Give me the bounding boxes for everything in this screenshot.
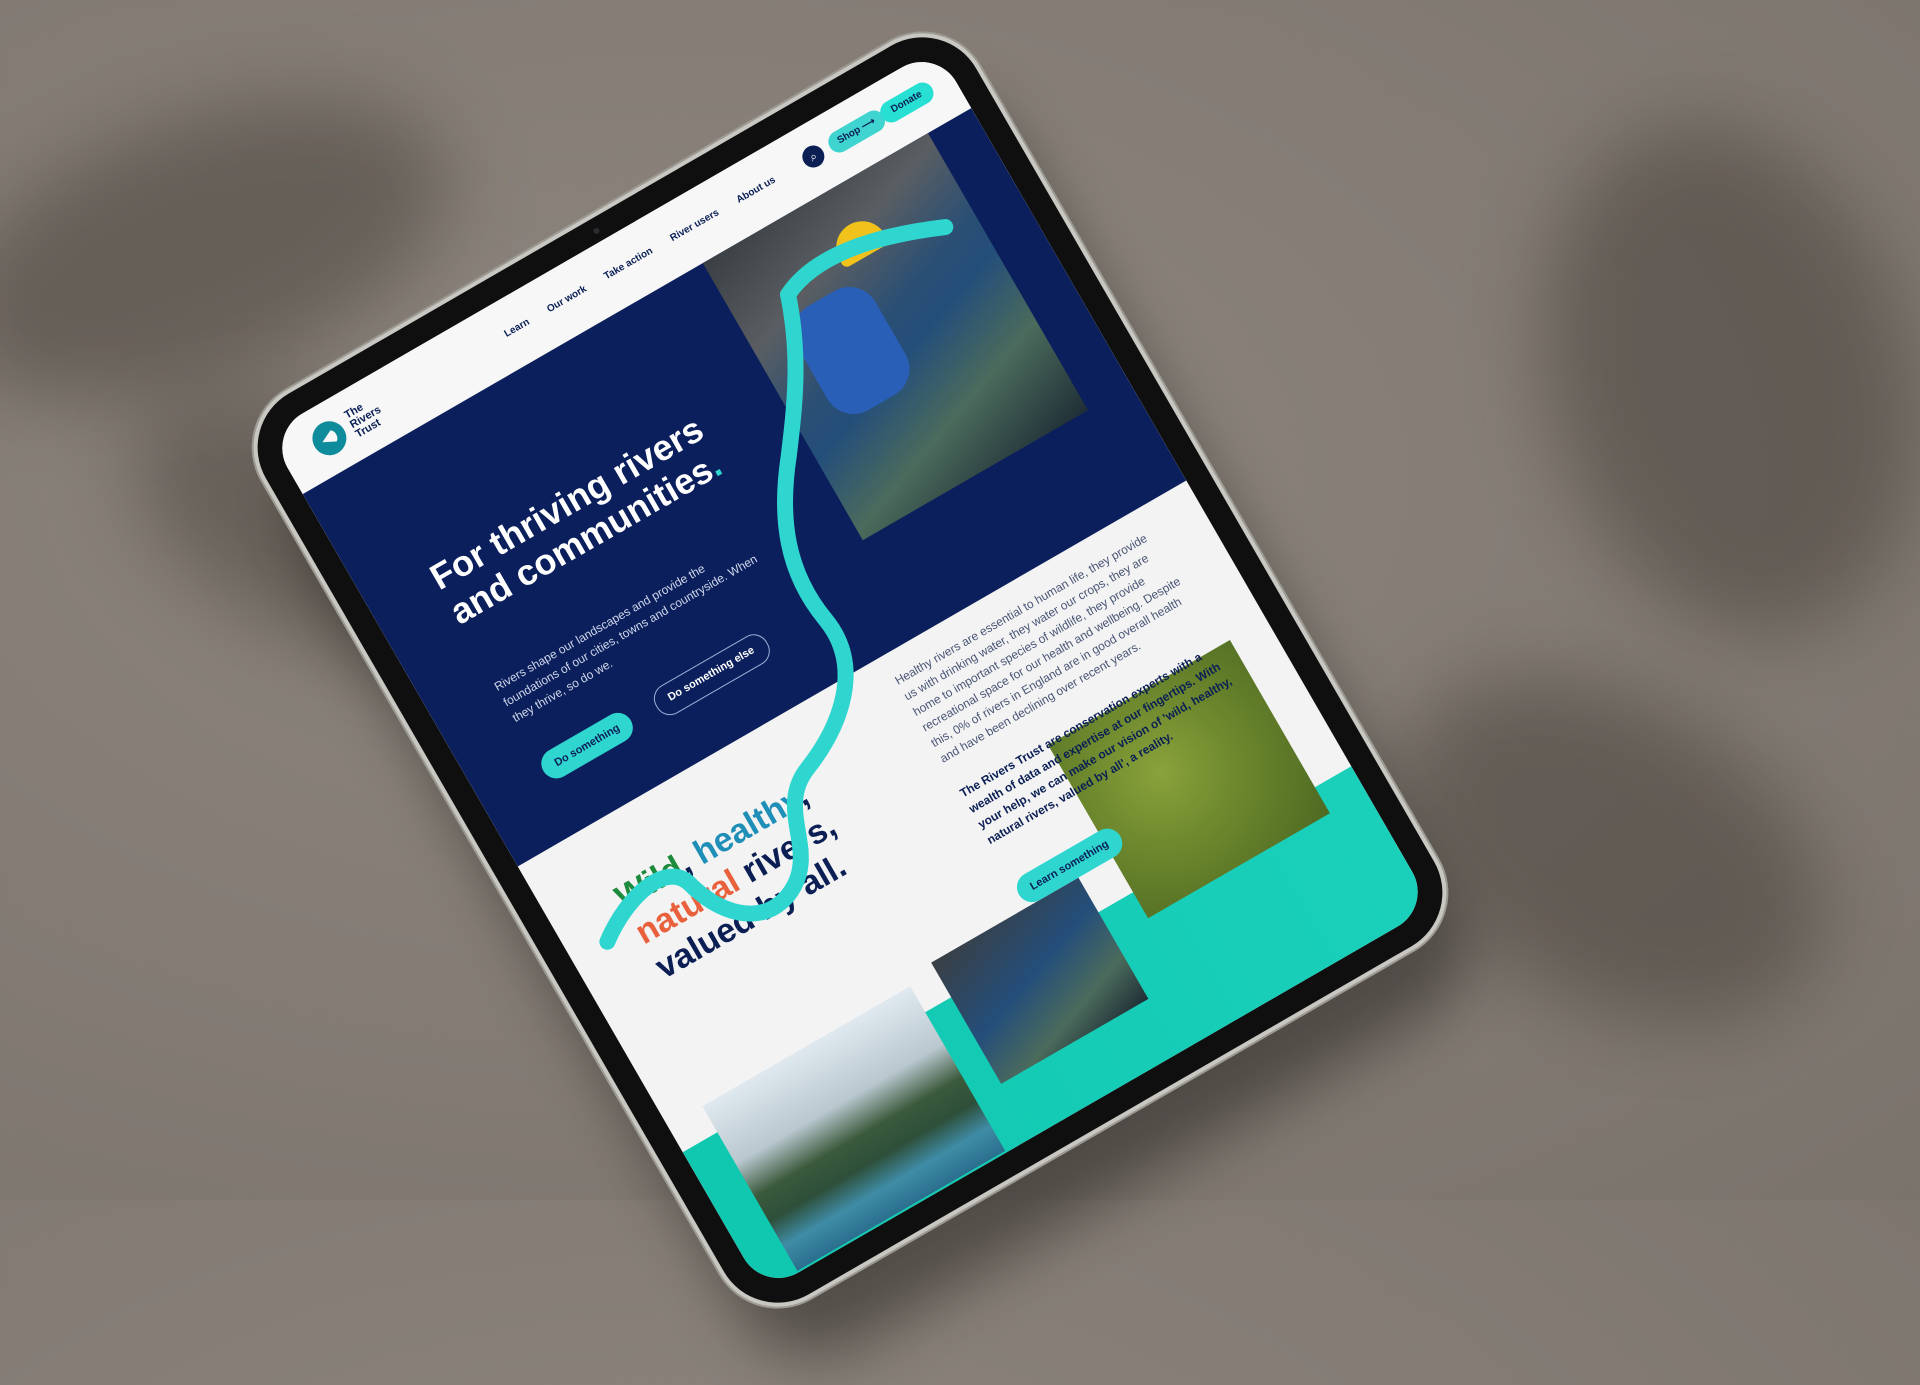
do-something-button[interactable]: Do something [535,707,639,784]
do-something-else-button[interactable]: Do something else [648,628,776,721]
search-button[interactable]: ⌕ [798,141,829,172]
nav-item-learn[interactable]: Learn [503,317,532,340]
camera-icon [592,226,601,236]
helmet-shape [826,211,890,269]
leaf-shadow [1488,82,1920,678]
donate-button[interactable]: Donate [876,78,938,127]
logo-text: The Rivers Trust [342,400,383,441]
nav-item-take-action[interactable]: Take action [602,245,655,282]
drybag-shape [782,276,921,425]
nav-item-about-us[interactable]: About us [735,175,778,206]
search-icon: ⌕ [806,148,820,165]
nav-item-our-work[interactable]: Our work [545,284,589,315]
logo-mark-icon [306,415,353,462]
nav-item-river-users[interactable]: River users [668,207,721,244]
